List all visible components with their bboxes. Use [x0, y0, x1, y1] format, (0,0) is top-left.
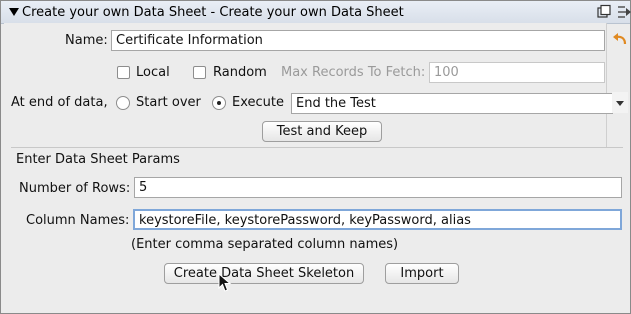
test-and-keep-button[interactable]: Test and Keep [262, 121, 382, 142]
rows-label: Number of Rows: [19, 181, 131, 196]
columns-hint: (Enter comma separated column names) [131, 237, 399, 252]
random-label: Random [213, 65, 267, 80]
max-records-input[interactable]: 100 [429, 62, 605, 83]
rows-input[interactable]: 5 [134, 177, 622, 198]
start-over-radio[interactable] [116, 96, 130, 110]
name-input[interactable]: Certificate Information [111, 30, 605, 51]
columns-input[interactable]: keystoreFile, keystorePassword, keyPassw… [133, 209, 622, 230]
restore-window-icon[interactable] [596, 4, 612, 20]
data-sheet-window: Create your own Data Sheet - Create your… [0, 0, 631, 314]
create-skeleton-button[interactable]: Create Data Sheet Skeleton [164, 263, 364, 284]
execute-radio[interactable] [212, 96, 226, 110]
dropdown-arrow-icon[interactable] [612, 92, 628, 113]
random-checkbox[interactable] [193, 66, 206, 79]
section-divider [11, 147, 623, 148]
next-arrow-icon[interactable] [616, 4, 631, 20]
execute-label: Execute [232, 95, 284, 110]
titlebar: Create your own Data Sheet - Create your… [1, 1, 631, 24]
window-title: Create your own Data Sheet - Create your… [22, 5, 404, 20]
undo-arrow-icon[interactable] [612, 31, 628, 47]
end-of-data-label: At end of data, [11, 95, 108, 110]
collapse-triangle-icon[interactable] [9, 8, 19, 16]
max-records-label: Max Records To Fetch: [281, 65, 426, 80]
name-label: Name: [65, 33, 108, 48]
start-over-label: Start over [136, 95, 201, 110]
local-checkbox[interactable] [117, 66, 130, 79]
import-button[interactable]: Import [385, 263, 459, 284]
mouse-cursor-icon [218, 273, 232, 292]
params-heading: Enter Data Sheet Params [16, 152, 180, 167]
columns-label: Column Names: [26, 213, 130, 228]
execute-action-select[interactable]: End the Test [291, 93, 613, 114]
local-label: Local [136, 65, 170, 80]
